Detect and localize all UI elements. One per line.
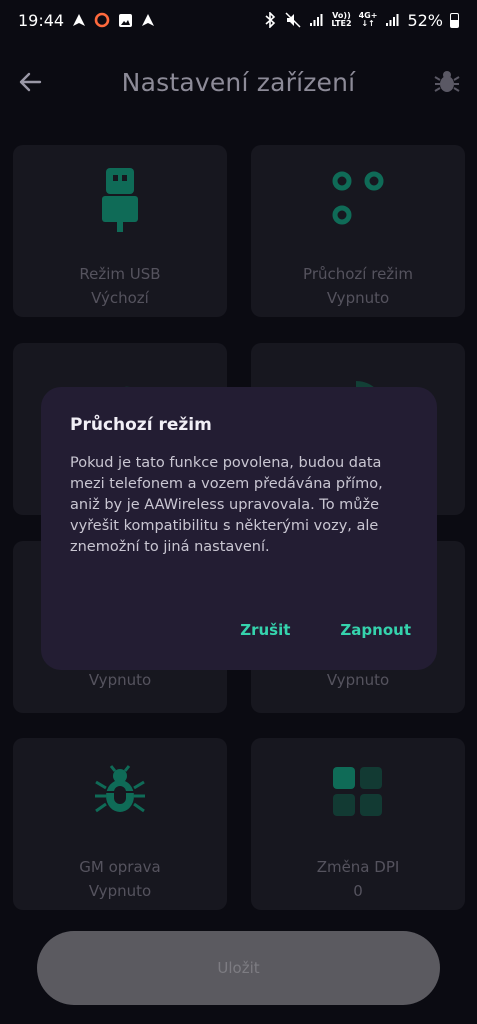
passthrough-dialog: Průchozí režim Pokud je tato funkce povo… <box>41 387 437 670</box>
enable-button[interactable]: Zapnout <box>340 621 411 639</box>
dialog-title: Průchozí režim <box>70 415 212 435</box>
save-button[interactable]: Uložit <box>37 931 440 1005</box>
cancel-button[interactable]: Zrušit <box>240 621 290 639</box>
dialog-message: Pokud je tato funkce povolena, budou dat… <box>70 455 383 555</box>
dialog-actions: Zrušit Zapnout <box>240 621 411 639</box>
